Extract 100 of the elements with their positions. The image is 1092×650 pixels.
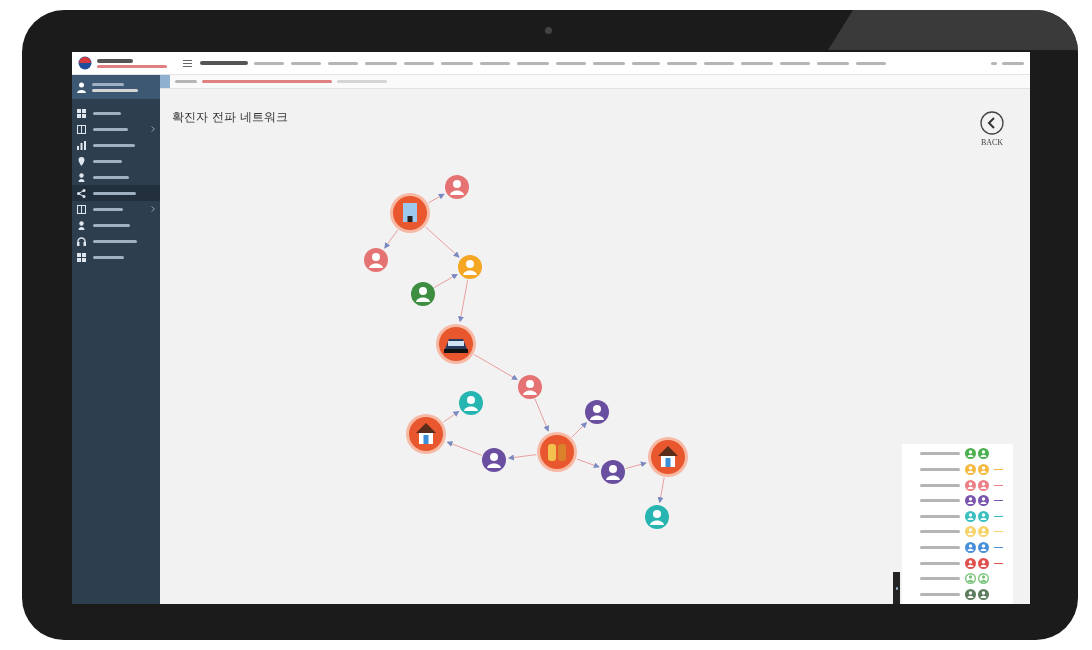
blurred-text — [895, 586, 898, 590]
blurred-text — [337, 80, 387, 83]
blurred-text — [920, 483, 960, 487]
region-tab[interactable] — [592, 61, 626, 65]
arrow-connector — [507, 454, 537, 461]
family-node — [537, 432, 577, 472]
arrow-connector — [576, 458, 600, 469]
person-icon — [77, 81, 86, 93]
blurred-text — [741, 61, 773, 65]
blurred-text — [93, 143, 135, 147]
pin-icon — [77, 156, 86, 166]
region-tab[interactable] — [327, 61, 359, 65]
blurred-text — [991, 61, 997, 65]
person-node — [482, 448, 506, 472]
arrow-connector — [534, 398, 550, 432]
region-tab[interactable] — [703, 61, 735, 65]
blurred-text — [704, 61, 734, 65]
blurred-text — [93, 191, 136, 195]
chevron-icon — [151, 126, 155, 132]
blurred-text — [365, 61, 397, 65]
blurred-text — [920, 592, 960, 596]
grid-icon — [77, 108, 86, 118]
blurred-text — [441, 61, 473, 65]
region-tab[interactable] — [740, 61, 774, 65]
blurred-text — [93, 159, 122, 163]
arrow-connector — [442, 410, 460, 423]
arrow-connector — [657, 477, 665, 504]
region-tab[interactable] — [440, 61, 474, 65]
sidebar-toggle-button[interactable] — [160, 75, 170, 88]
region-tab[interactable] — [555, 61, 587, 65]
region-tab[interactable] — [666, 61, 698, 65]
region-tab[interactable] — [253, 61, 285, 65]
person-node — [601, 460, 625, 484]
blurred-text — [93, 239, 137, 243]
blurred-text — [920, 499, 960, 503]
blurred-text — [920, 467, 960, 471]
region-tab[interactable] — [631, 61, 661, 65]
region-tab[interactable] — [403, 61, 435, 65]
house-node — [406, 414, 446, 454]
blurred-text — [291, 61, 321, 65]
arrow-connector — [625, 461, 647, 470]
arrow-connector — [425, 226, 460, 258]
region-tab[interactable] — [364, 61, 398, 65]
side-tab[interactable] — [893, 572, 900, 604]
blurred-text — [93, 223, 130, 227]
menu-icon — [183, 59, 192, 67]
person-node — [459, 391, 483, 415]
region-tab[interactable] — [816, 61, 850, 65]
emblem-icon — [78, 56, 92, 70]
person-node — [645, 505, 669, 529]
arrow-connector — [473, 354, 518, 380]
person-node — [411, 282, 435, 306]
blurred-text — [920, 561, 960, 565]
blurred-text — [632, 61, 660, 65]
person-node — [445, 175, 469, 199]
region-tab[interactable] — [290, 61, 322, 65]
blurred-text — [817, 61, 849, 65]
headset-icon — [77, 236, 86, 246]
blurred-text — [1002, 61, 1024, 65]
blurred-text — [93, 175, 129, 179]
page-title: 확진자 전파 네트워크 — [172, 109, 288, 126]
share-icon — [77, 188, 86, 198]
house-node — [648, 437, 688, 477]
region-tab[interactable] — [516, 61, 550, 65]
blurred-text — [93, 207, 123, 211]
blurred-text — [404, 61, 434, 65]
person-node — [458, 255, 482, 279]
blurred-text — [175, 80, 197, 83]
chart-icon — [77, 140, 86, 150]
person-icon — [77, 172, 86, 182]
region-tab[interactable] — [855, 61, 887, 65]
blurred-text — [93, 127, 128, 131]
blurred-text — [920, 530, 960, 534]
blurred-text — [200, 61, 248, 65]
blurred-text — [480, 61, 510, 65]
arrow-connector — [446, 441, 483, 456]
menu-button[interactable] — [180, 59, 195, 67]
chevron-left-icon — [980, 111, 1004, 135]
back-button[interactable]: BACK — [980, 111, 1004, 147]
sidebar-item[interactable] — [72, 185, 160, 201]
blurred-text — [593, 61, 625, 65]
building-node — [390, 193, 430, 233]
region-tab[interactable] — [479, 61, 511, 65]
blurred-text — [517, 61, 549, 65]
blurred-text — [920, 514, 960, 518]
blurred-text — [780, 61, 810, 65]
region-tab[interactable] — [779, 61, 811, 65]
blurred-text — [667, 61, 697, 65]
blurred-text — [920, 545, 960, 549]
person-node — [518, 375, 542, 399]
blurred-text — [93, 111, 121, 115]
blurred-text — [920, 452, 960, 456]
blurred-text — [92, 88, 138, 92]
arrow-connector — [571, 421, 588, 438]
book-icon — [77, 124, 86, 134]
book-icon — [77, 204, 86, 214]
arrow-connector — [427, 193, 445, 204]
blurred-text — [556, 61, 586, 65]
person-icon — [77, 220, 86, 230]
camera-icon — [545, 27, 552, 34]
